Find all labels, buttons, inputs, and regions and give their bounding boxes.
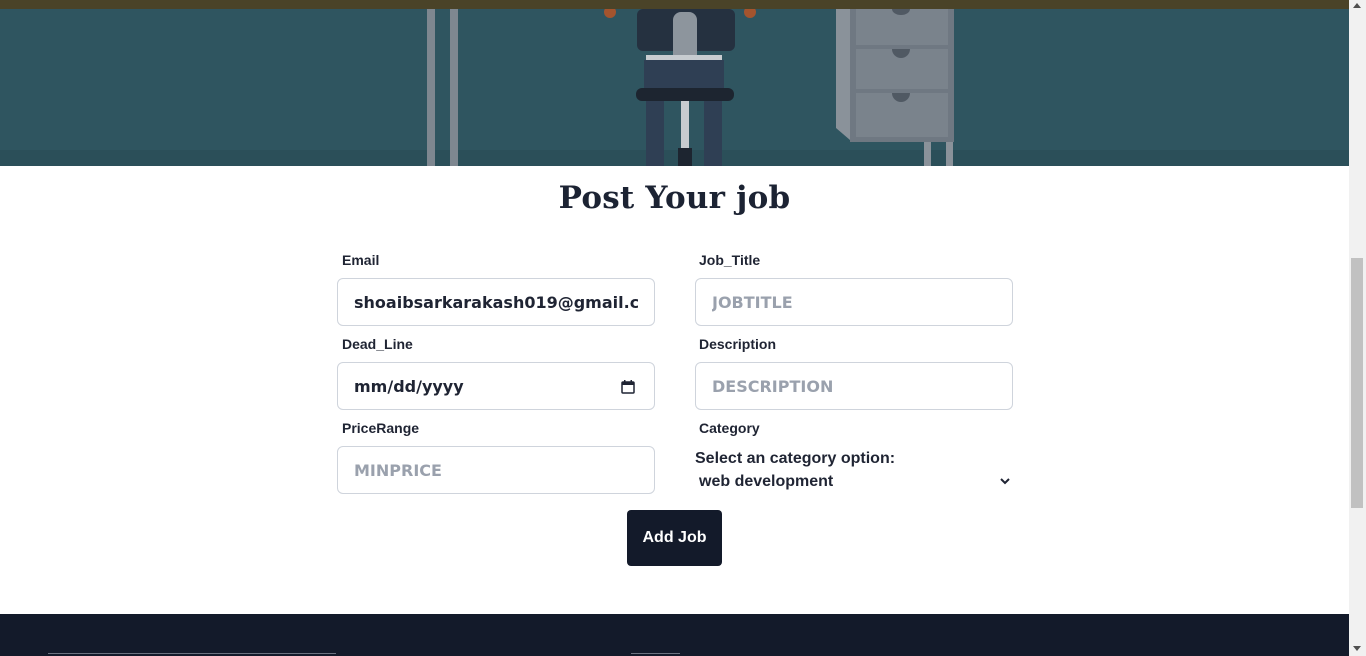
scroll-down-icon[interactable] [1353,646,1361,651]
category-selected-value: web development [699,473,834,490]
footer-divider [48,653,336,654]
email-input[interactable] [337,278,655,326]
vertical-scrollbar[interactable] [1349,0,1366,656]
scroll-thumb[interactable] [1351,258,1363,508]
job-title-label: Job_Title [699,252,761,268]
min-price-input[interactable] [337,446,655,494]
job-title-input[interactable] [695,278,1013,326]
footer-divider [631,653,680,654]
email-label: Email [342,252,380,268]
page-title: Post Your job [558,180,791,216]
dead-line-value: mm/dd/yyyy [354,377,464,396]
dead-line-input[interactable]: mm/dd/yyyy [337,362,655,410]
dead-line-label: Dead_Line [342,336,413,352]
description-input[interactable] [695,362,1013,410]
hero-illustration [0,0,1349,166]
page: Post Your job Email Job_Title Dead_Line … [0,0,1366,656]
category-caption: Select an category option: [695,450,896,467]
price-range-label: PriceRange [342,420,420,436]
category-label: Category [699,420,760,436]
calendar-icon[interactable] [621,380,635,394]
chevron-down-icon [1000,478,1010,485]
description-label: Description [699,336,777,352]
category-select[interactable]: web development [695,470,1013,496]
footer [0,614,1349,656]
hero-top-bar [0,0,1349,9]
add-job-button[interactable]: Add Job [627,510,722,566]
scroll-up-icon[interactable] [1353,3,1361,8]
office-illustration [0,6,1349,166]
